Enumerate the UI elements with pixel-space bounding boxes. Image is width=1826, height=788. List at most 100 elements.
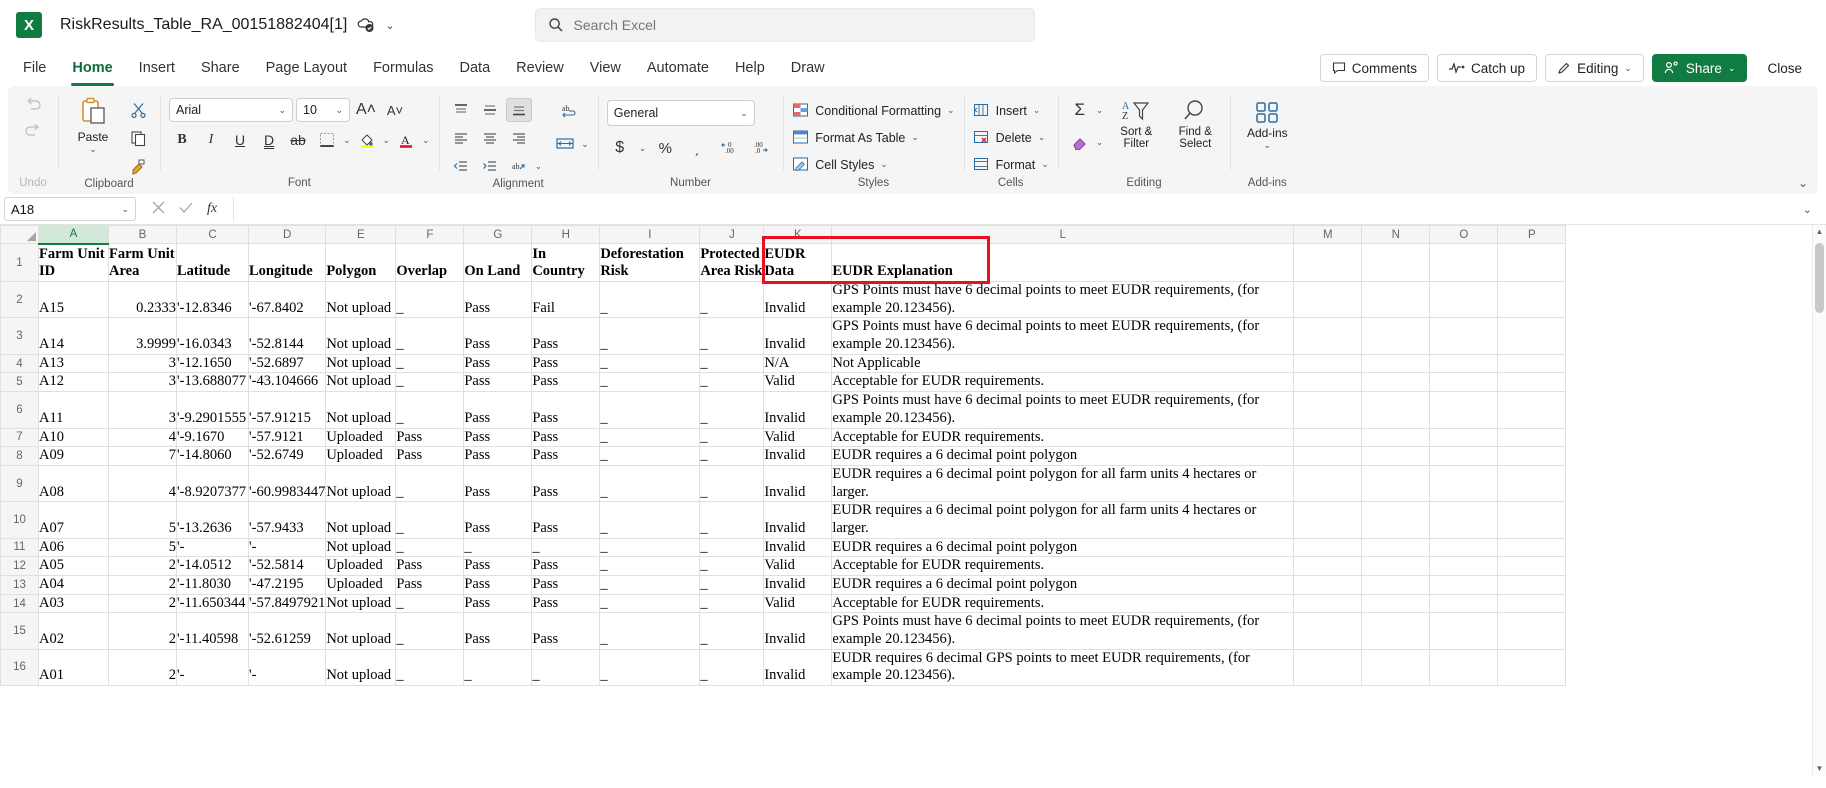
- cell-G12[interactable]: Pass: [464, 557, 532, 576]
- chevron-down-icon[interactable]: ⌄: [535, 161, 543, 172]
- cell-O5[interactable]: [1430, 373, 1498, 392]
- cell-A13[interactable]: A04: [39, 576, 109, 595]
- cell-M14[interactable]: [1294, 594, 1362, 613]
- cell-F8[interactable]: Pass: [396, 447, 464, 466]
- borders-icon[interactable]: [314, 128, 340, 152]
- column-header-g[interactable]: G: [464, 226, 532, 244]
- title-chevron-down-icon[interactable]: ⌄: [385, 19, 394, 32]
- cell-B10[interactable]: 5: [109, 502, 177, 538]
- row-header-15[interactable]: 15: [1, 613, 39, 649]
- cell-J10[interactable]: _: [700, 502, 764, 538]
- cell-O9[interactable]: [1430, 465, 1498, 501]
- cell-E12[interactable]: Uploaded: [326, 557, 396, 576]
- autosum-icon[interactable]: Σ: [1067, 98, 1093, 122]
- cell-D2[interactable]: '-67.8402: [249, 282, 326, 318]
- cell-F15[interactable]: _: [396, 613, 464, 649]
- cell-C2[interactable]: '-12.8346: [177, 282, 249, 318]
- cell-F2[interactable]: _: [396, 282, 464, 318]
- spreadsheet-grid[interactable]: ABCDEFGHIJKLMNOP 1Farm Unit IDFarm Unit …: [0, 224, 1826, 775]
- cell-I14[interactable]: _: [600, 594, 700, 613]
- double-underline-button[interactable]: D: [256, 128, 282, 152]
- tab-view[interactable]: View: [577, 50, 634, 86]
- cell-G13[interactable]: Pass: [464, 576, 532, 595]
- format-as-table-button[interactable]: Format As Table ⌄: [792, 125, 919, 150]
- cell-B3[interactable]: 3.9999: [109, 318, 177, 354]
- cell-H9[interactable]: Pass: [532, 465, 600, 501]
- row-header-7[interactable]: 7: [1, 428, 39, 447]
- cell-I1[interactable]: Deforestation Risk: [600, 244, 700, 282]
- cell-M6[interactable]: [1294, 392, 1362, 428]
- cell-B2[interactable]: 0.2333: [109, 282, 177, 318]
- cell-M8[interactable]: [1294, 447, 1362, 466]
- cell-C8[interactable]: '-14.8060: [177, 447, 249, 466]
- cell-L9[interactable]: EUDR requires a 6 decimal point polygon …: [832, 465, 1294, 501]
- cell-O6[interactable]: [1430, 392, 1498, 428]
- cell-I11[interactable]: _: [600, 538, 700, 557]
- cell-K11[interactable]: Invalid: [764, 538, 832, 557]
- cell-D16[interactable]: '-: [249, 649, 326, 685]
- cell-L15[interactable]: GPS Points must have 6 decimal points to…: [832, 613, 1294, 649]
- cell-A5[interactable]: A12: [39, 373, 109, 392]
- chevron-down-icon[interactable]: ⌄: [121, 204, 129, 215]
- cell-E15[interactable]: Not upload: [326, 613, 396, 649]
- cell-N12[interactable]: [1362, 557, 1430, 576]
- cell-K8[interactable]: Invalid: [764, 447, 832, 466]
- cell-P13[interactable]: [1498, 576, 1566, 595]
- tab-page-layout[interactable]: Page Layout: [253, 50, 360, 86]
- cell-E3[interactable]: Not upload: [326, 318, 396, 354]
- tab-automate[interactable]: Automate: [634, 50, 722, 86]
- cell-styles-button[interactable]: Cell Styles ⌄: [792, 152, 888, 177]
- cell-N3[interactable]: [1362, 318, 1430, 354]
- cell-F6[interactable]: _: [396, 392, 464, 428]
- column-header-p[interactable]: P: [1498, 226, 1566, 244]
- cell-N15[interactable]: [1362, 613, 1430, 649]
- row-header-5[interactable]: 5: [1, 373, 39, 392]
- cell-L8[interactable]: EUDR requires a 6 decimal point polygon: [832, 447, 1294, 466]
- cell-G8[interactable]: Pass: [464, 447, 532, 466]
- cell-O15[interactable]: [1430, 613, 1498, 649]
- cell-L7[interactable]: Acceptable for EUDR requirements.: [832, 428, 1294, 447]
- decrease-indent-icon[interactable]: [448, 154, 474, 178]
- cell-A12[interactable]: A05: [39, 557, 109, 576]
- cell-F14[interactable]: _: [396, 594, 464, 613]
- cell-A1[interactable]: Farm Unit ID: [39, 244, 109, 282]
- cell-B16[interactable]: 2: [109, 649, 177, 685]
- cell-O7[interactable]: [1430, 428, 1498, 447]
- cell-P7[interactable]: [1498, 428, 1566, 447]
- cell-E6[interactable]: Not upload: [326, 392, 396, 428]
- row-header-1[interactable]: 1: [1, 244, 39, 282]
- tab-formulas[interactable]: Formulas: [360, 50, 446, 86]
- column-header-k[interactable]: K: [764, 226, 832, 244]
- cell-G1[interactable]: On Land: [464, 244, 532, 282]
- cell-P5[interactable]: [1498, 373, 1566, 392]
- cell-G3[interactable]: Pass: [464, 318, 532, 354]
- cell-D7[interactable]: '-57.9121: [249, 428, 326, 447]
- cell-K14[interactable]: Valid: [764, 594, 832, 613]
- cell-P12[interactable]: [1498, 557, 1566, 576]
- cell-D1[interactable]: Longitude: [249, 244, 326, 282]
- cell-D3[interactable]: '-52.8144: [249, 318, 326, 354]
- cell-L4[interactable]: Not Applicable: [832, 354, 1294, 373]
- cell-M16[interactable]: [1294, 649, 1362, 685]
- cell-F10[interactable]: _: [396, 502, 464, 538]
- cell-O16[interactable]: [1430, 649, 1498, 685]
- cell-P9[interactable]: [1498, 465, 1566, 501]
- delete-cells-button[interactable]: Delete ⌄: [973, 125, 1046, 150]
- align-middle-icon[interactable]: [477, 98, 503, 122]
- cell-B11[interactable]: 5: [109, 538, 177, 557]
- cell-J14[interactable]: _: [700, 594, 764, 613]
- cell-K2[interactable]: Invalid: [764, 282, 832, 318]
- cell-M13[interactable]: [1294, 576, 1362, 595]
- cell-N9[interactable]: [1362, 465, 1430, 501]
- share-button[interactable]: Share ⌄: [1652, 54, 1748, 82]
- align-bottom-icon[interactable]: [506, 98, 532, 122]
- saved-to-cloud-icon[interactable]: [357, 16, 375, 34]
- cell-J16[interactable]: _: [700, 649, 764, 685]
- row-header-8[interactable]: 8: [1, 447, 39, 466]
- paste-button[interactable]: Paste ⌄: [67, 96, 119, 155]
- cell-J4[interactable]: _: [700, 354, 764, 373]
- cell-L2[interactable]: GPS Points must have 6 decimal points to…: [832, 282, 1294, 318]
- chevron-down-icon[interactable]: ⌄: [581, 139, 589, 150]
- cell-H2[interactable]: Fail: [532, 282, 600, 318]
- cell-P8[interactable]: [1498, 447, 1566, 466]
